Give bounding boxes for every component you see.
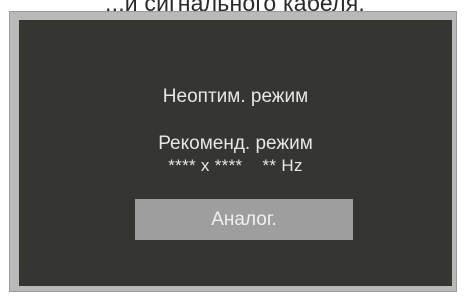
analog-input-button[interactable]: Аналог.: [135, 199, 353, 240]
osd-dialog: Неоптим. режим Рекоменд. режим **** x **…: [19, 20, 452, 286]
recommended-mode-value: **** x **** ** Hz: [168, 156, 303, 175]
recommended-mode-label: Рекоменд. режим: [158, 133, 313, 154]
analog-input-label: Аналог.: [211, 208, 277, 230]
status-message: Неоптим. режим: [162, 86, 309, 107]
